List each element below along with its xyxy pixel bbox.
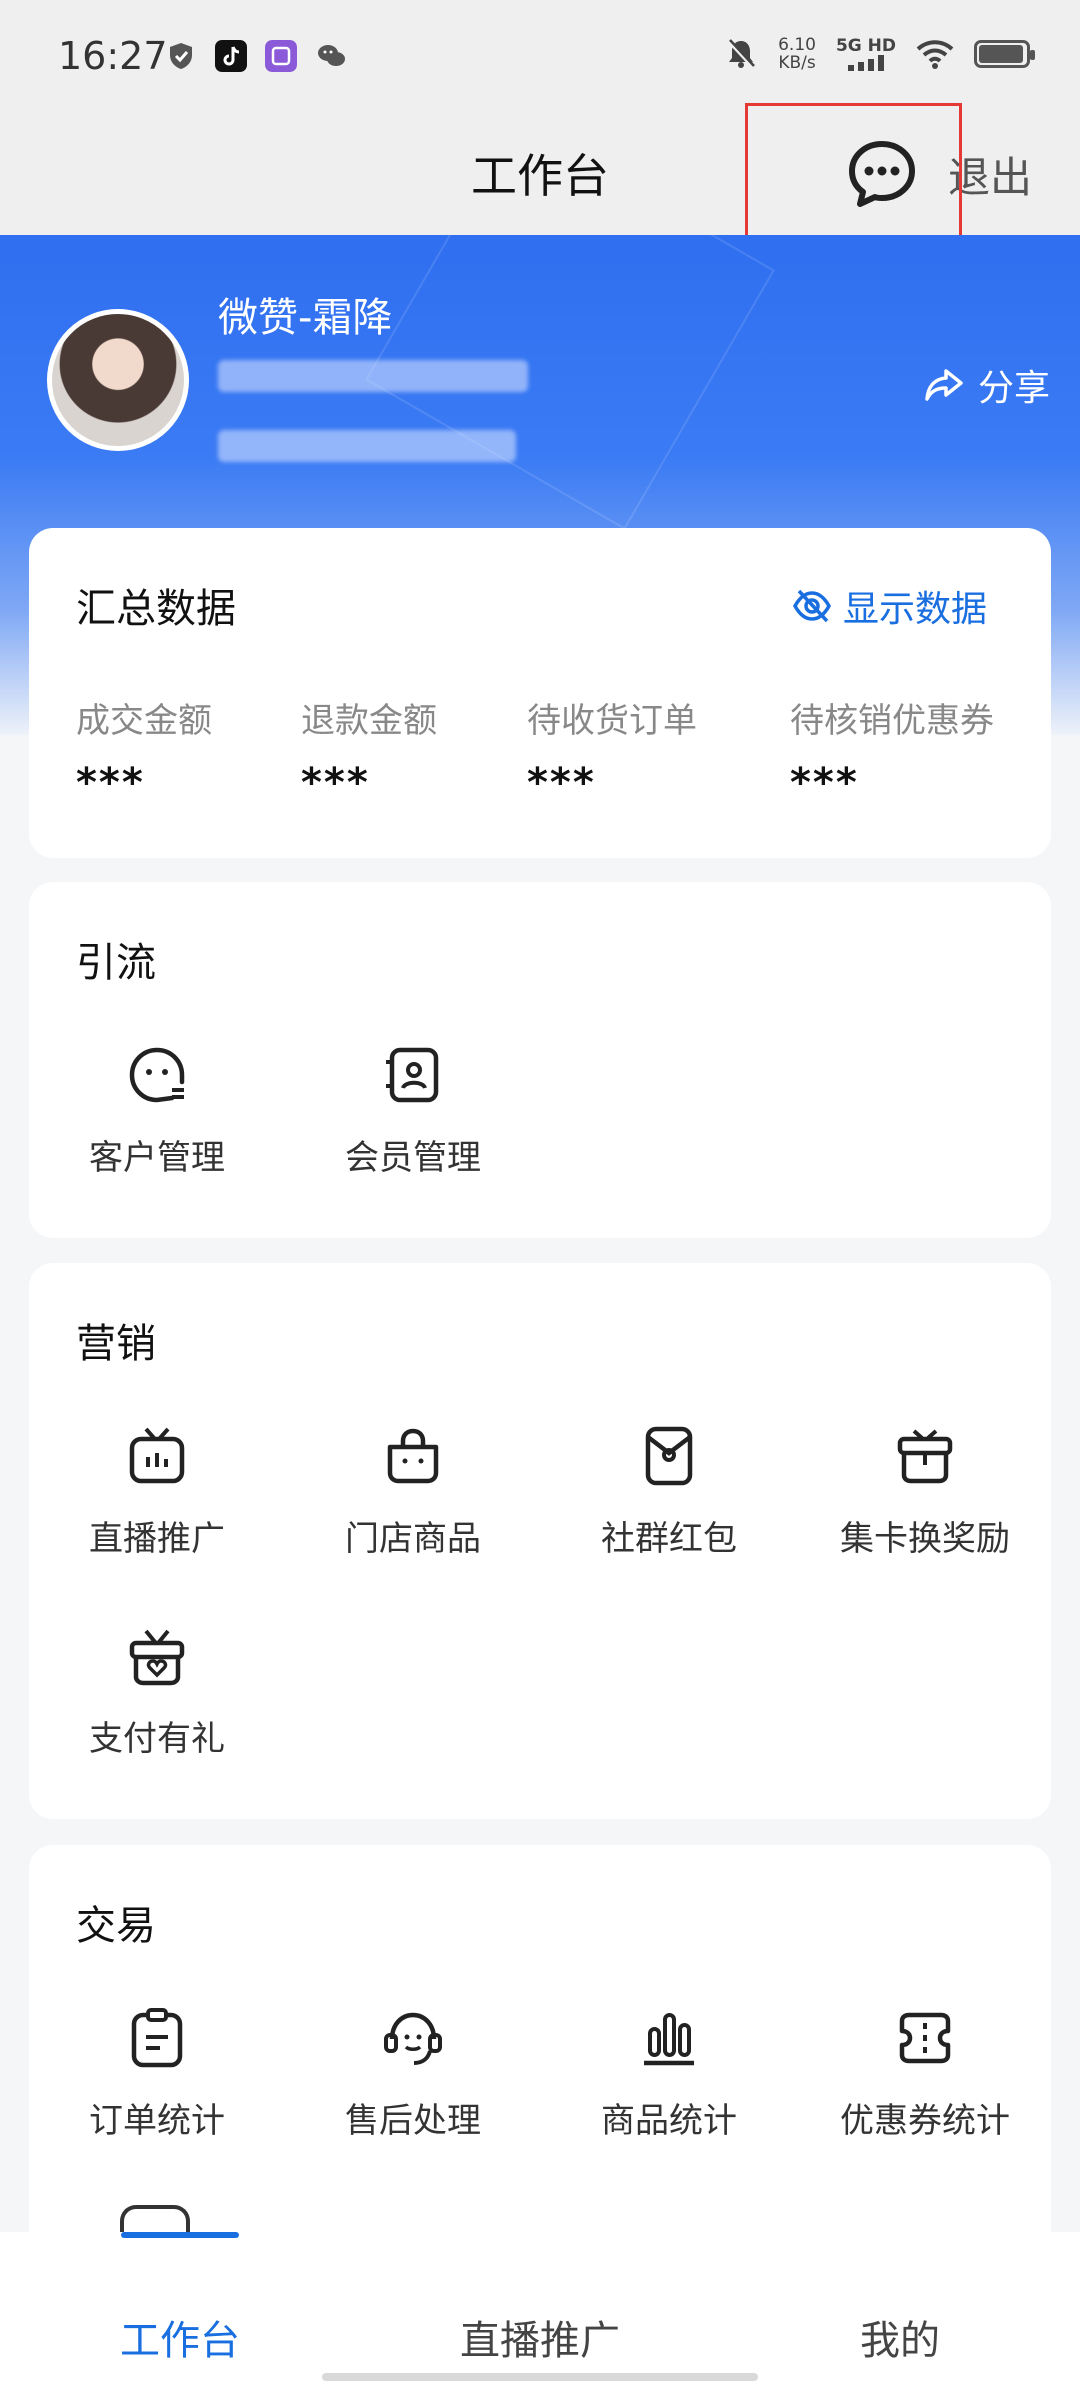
wechat-icon (318, 45, 345, 66)
redacted-info-line-1 (218, 360, 528, 392)
net-speed-unit: KB/s (778, 53, 816, 73)
goods-stats-item[interactable]: 商品统计 (541, 2005, 797, 2142)
grid-label: 售后处理 (345, 2101, 481, 2141)
member-management-item[interactable]: 会员管理 (285, 1042, 541, 1179)
tv-icon (129, 1427, 185, 1484)
avatar[interactable] (47, 309, 189, 451)
grid-label: 订单统计 (89, 2101, 225, 2141)
traffic-title: 引流 (76, 940, 156, 986)
grid-label: 优惠券统计 (840, 2101, 1010, 2141)
tie-app-icon (265, 40, 297, 72)
grid-label: 直播推广 (89, 1519, 225, 1559)
tab-mine[interactable]: 我的 (720, 2232, 1080, 2366)
live-promotion-item[interactable]: 直播推广 (29, 1423, 285, 1560)
grid-label: 门店商品 (345, 1519, 481, 1559)
share-label: 分享 (977, 368, 1050, 409)
grid-label: 商品统计 (601, 2101, 737, 2141)
net-speed-value: 6.10 (778, 35, 816, 55)
grid-label: 会员管理 (345, 1138, 481, 1178)
tiktok-icon (215, 40, 247, 72)
stat-value: *** (76, 760, 145, 806)
marketing-title: 营销 (76, 1321, 156, 1367)
shield-icon (170, 43, 192, 69)
traffic-card: 引流 客户管理 会员管理 (29, 882, 1051, 1238)
signal: 5G HD (836, 37, 896, 71)
system-icons: 6.10 KB/s 5G HD (724, 36, 1035, 72)
net-speed: 6.10 KB/s (778, 36, 816, 72)
order-stats-item[interactable]: 订单统计 (29, 2005, 285, 2142)
share-button[interactable]: 分享 (924, 359, 1050, 411)
stat-label: 成交金额 (76, 701, 212, 741)
red-packet-icon (645, 1426, 693, 1486)
status-bar: 16:27 6.10 KB/s 5G HD (0, 0, 1080, 110)
coupon-stats-item[interactable]: 优惠券统计 (797, 2005, 1053, 2142)
stat-label: 待收货订单 (527, 701, 697, 741)
shopping-bag-icon (387, 1428, 439, 1484)
tab-live-promotion[interactable]: 直播推广 (360, 2232, 720, 2366)
gift-box-icon (897, 1429, 953, 1484)
stat-label: 退款金额 (301, 701, 437, 741)
partial-icon (120, 2205, 190, 2235)
gift-heart-icon (129, 1629, 185, 1686)
after-sales-item[interactable]: 售后处理 (285, 2005, 541, 2142)
stat-value: *** (301, 760, 370, 806)
customer-management-item[interactable]: 客户管理 (29, 1042, 285, 1179)
group-red-packet-item[interactable]: 社群红包 (541, 1423, 797, 1560)
store-goods-item[interactable]: 门店商品 (285, 1423, 541, 1560)
stat-label: 待核销优惠券 (790, 701, 994, 741)
grid-label: 集卡换奖励 (840, 1519, 1010, 1559)
show-data-button[interactable]: 显示数据 (791, 580, 987, 632)
status-time: 16:27 (58, 34, 168, 78)
summary-card: 汇总数据 显示数据 成交金额 *** 退款金额 *** 待收货订单 *** 待核… (29, 528, 1051, 858)
mute-bell-icon (727, 39, 756, 69)
customer-face-icon (129, 1047, 185, 1103)
trade-card: 交易 订单统计 售后处理 商品统计 优惠券统计 (29, 1845, 1051, 2265)
headset-icon (384, 2012, 442, 2065)
stat-deal-amount[interactable]: 成交金额 *** (76, 693, 212, 806)
stat-refund-amount[interactable]: 退款金额 *** (301, 693, 437, 806)
bar-chart-icon (644, 2013, 694, 2066)
battery-icon (974, 40, 1035, 68)
grid-label: 支付有礼 (89, 1719, 225, 1759)
show-data-label: 显示数据 (842, 589, 987, 630)
stat-value: *** (527, 760, 596, 806)
wifi-icon (916, 40, 954, 69)
tab-workbench[interactable]: 工作台 (0, 2232, 360, 2366)
redacted-info-line-2 (218, 430, 516, 462)
grid-label: 社群红包 (601, 1519, 737, 1559)
clipboard-icon (131, 2008, 183, 2068)
payment-gift-item[interactable]: 支付有礼 (29, 1623, 285, 1760)
stat-pending-receipt[interactable]: 待收货订单 *** (527, 693, 697, 806)
grid-label: 客户管理 (89, 1138, 225, 1178)
ticket-icon (899, 2012, 951, 2064)
member-card-icon (386, 1047, 439, 1103)
summary-title: 汇总数据 (76, 586, 236, 632)
stat-value: *** (790, 760, 859, 806)
trade-title: 交易 (76, 1903, 156, 1949)
card-collect-reward-item[interactable]: 集卡换奖励 (797, 1423, 1053, 1560)
bottom-tab-bar: 工作台 直播推广 我的 (0, 2232, 1080, 2388)
signal-bars-icon (847, 55, 884, 71)
user-name: 微赞-霜降 (218, 295, 393, 341)
stat-pending-coupon[interactable]: 待核销优惠券 *** (790, 693, 994, 806)
marketing-card: 营销 直播推广 门店商品 社群红包 集卡换奖励 支付有礼 (29, 1263, 1051, 1819)
home-indicator[interactable] (322, 2373, 758, 2381)
notification-icons (165, 40, 347, 72)
signal-label: 5G HD (835, 36, 896, 56)
share-icon (925, 369, 963, 401)
eye-off-icon (792, 589, 831, 623)
